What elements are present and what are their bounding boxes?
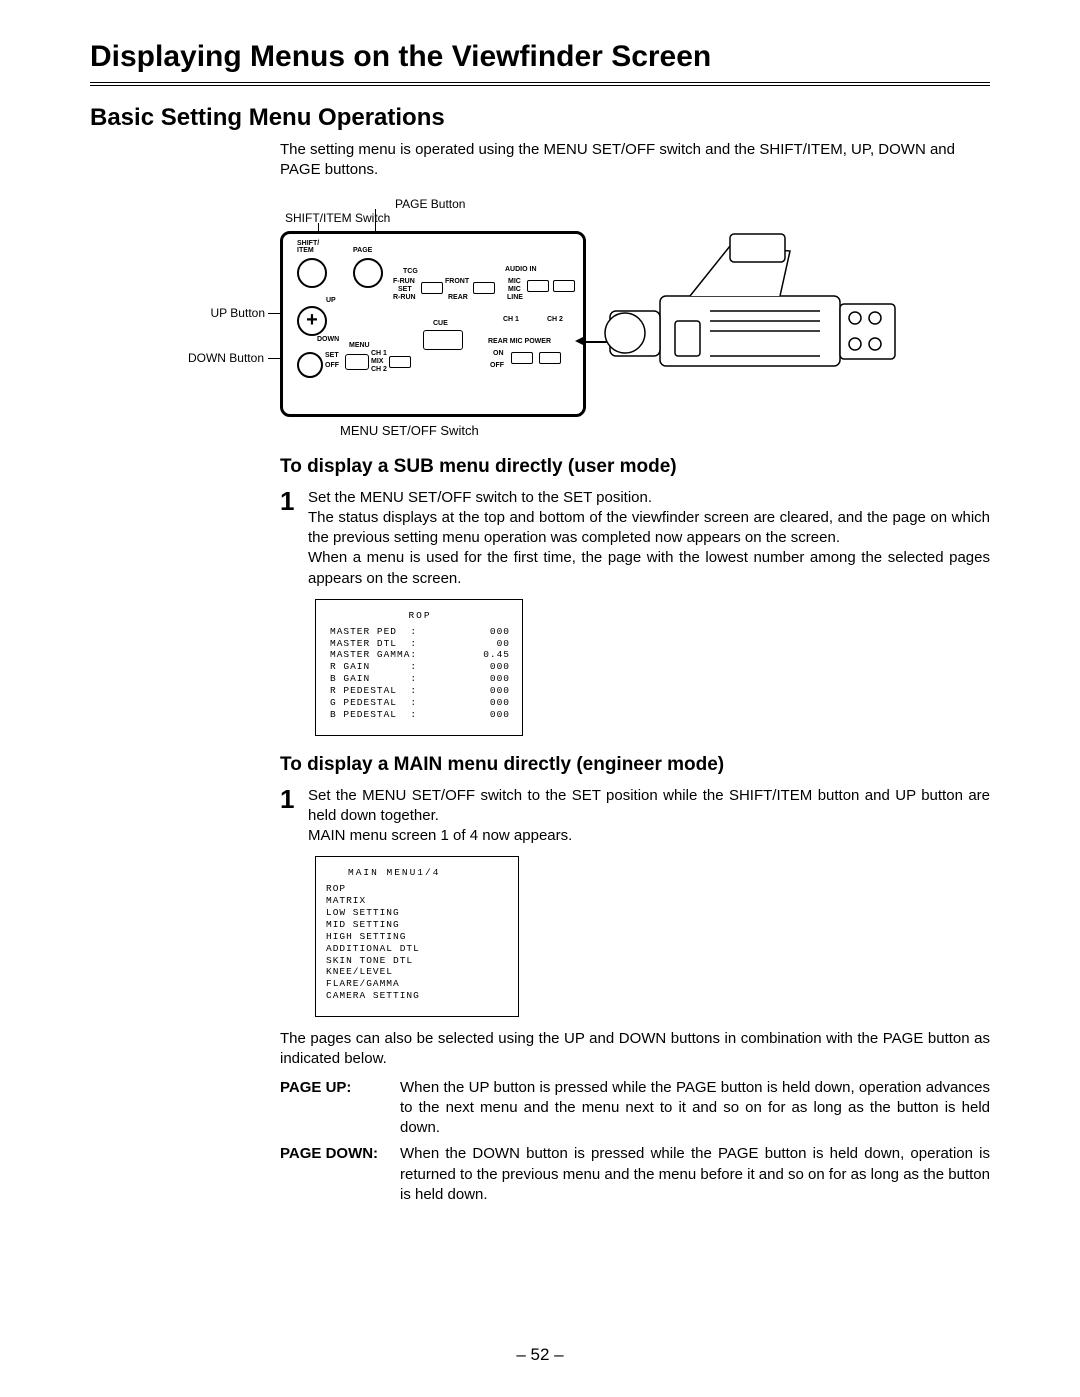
label-rear-mic-power: REAR MIC POWER xyxy=(488,338,551,345)
control-panel-illustration: SHIFT/ ITEM PAGE + UP DOWN MENU SET OFF … xyxy=(280,231,586,417)
down-knob-icon xyxy=(297,352,323,378)
sub-menu-heading: To display a SUB menu directly (user mod… xyxy=(280,456,990,478)
label-line: LINE xyxy=(507,294,523,301)
step1-text: Set the MENU SET/OFF switch to the SET p… xyxy=(308,488,990,589)
camera-icon xyxy=(590,226,920,406)
label-on: ON xyxy=(493,350,504,357)
rop-item-value: 000 xyxy=(490,697,510,709)
main-menu-item: CAMERA SETTING xyxy=(326,990,506,1002)
rop-item-value: 00 xyxy=(497,638,510,650)
menu-switch-icon xyxy=(345,354,369,370)
label-ch2b: CH 2 xyxy=(547,316,563,323)
main-menu-item: MATRIX xyxy=(326,895,506,907)
main-menu-item: ADDITIONAL DTL xyxy=(326,943,506,955)
audio-ch2-switch-icon xyxy=(553,280,575,292)
label-ch2: CH 2 xyxy=(371,366,387,373)
label-tcg: TCG xyxy=(403,268,418,275)
label-page: PAGE xyxy=(353,247,372,254)
label-cue: CUE xyxy=(433,320,448,327)
page-number: – 52 – xyxy=(0,1345,1080,1365)
mix-switch-icon xyxy=(389,356,411,368)
label-rear: REAR xyxy=(448,294,468,301)
label-mic: MIC xyxy=(508,278,521,285)
label-ch1b: CH 1 xyxy=(503,316,519,323)
page-knob-icon xyxy=(353,258,383,288)
rop-item-value: 000 xyxy=(490,661,510,673)
main-screen-title: MAIN MENU1/4 xyxy=(326,867,506,879)
rop-item-value: 0.45 xyxy=(483,649,510,661)
rop-item-value: 000 xyxy=(490,685,510,697)
intro-text: The setting menu is operated using the M… xyxy=(280,140,990,181)
rop-item-value: 000 xyxy=(490,626,510,638)
label-up: UP xyxy=(326,297,336,304)
label-off2: OFF xyxy=(490,362,504,369)
rop-item-label: MASTER GAMMA: xyxy=(330,649,417,661)
label-front: FRONT xyxy=(445,278,469,285)
label-rrun: R-RUN xyxy=(393,294,416,301)
page-title: Displaying Menus on the Viewfinder Scree… xyxy=(90,40,990,86)
callout-page-button: PAGE Button xyxy=(395,197,465,211)
label-down: DOWN xyxy=(317,336,339,343)
label-set: SET xyxy=(325,352,339,359)
label-audio-in: AUDIO IN xyxy=(505,266,537,273)
label-set2: SET xyxy=(398,286,412,293)
def-value: When the UP button is pressed while the … xyxy=(400,1078,990,1139)
callout-menu-switch: MENU SET/OFF Switch xyxy=(340,423,990,438)
main-menu-item: MID SETTING xyxy=(326,919,506,931)
audio-ch1-switch-icon xyxy=(527,280,549,292)
label-off: OFF xyxy=(325,362,339,369)
callout-shift-item: SHIFT/ITEM Switch xyxy=(285,211,390,225)
rop-item-label: R PEDESTAL : xyxy=(330,685,417,697)
main-menu-item: KNEE/LEVEL xyxy=(326,966,506,978)
rop-item-label: G PEDESTAL : xyxy=(330,697,417,709)
label-mix: MIX xyxy=(371,358,383,365)
front-rear-switch-icon xyxy=(473,282,495,294)
label-frun: F-RUN xyxy=(393,278,415,285)
def-value: When the DOWN button is pressed while th… xyxy=(400,1144,990,1205)
diagram-row: PAGE Button SHIFT/ITEM Switch UP Button … xyxy=(210,191,990,417)
rop-item-value: 000 xyxy=(490,709,510,721)
main-step-text: Set the MENU SET/OFF switch to the SET p… xyxy=(308,786,990,847)
up-down-knob-icon: + xyxy=(297,306,327,336)
step-number-1b: 1 xyxy=(280,786,308,812)
cue-switch-icon xyxy=(423,330,463,350)
main-menu-item: FLARE/GAMMA xyxy=(326,978,506,990)
label-mic2: MIC xyxy=(508,286,521,293)
label-menu: MENU xyxy=(349,342,370,349)
after-screen-text: The pages can also be selected using the… xyxy=(280,1029,990,1070)
rop-item-value: 000 xyxy=(490,673,510,685)
label-shift-item: SHIFT/ ITEM xyxy=(297,240,319,254)
shift-item-knob-icon xyxy=(297,258,327,288)
rop-item-label: B GAIN : xyxy=(330,673,417,685)
def-key: PAGE UP: xyxy=(280,1078,400,1139)
callout-up-button: UP Button xyxy=(210,306,265,320)
camera-illustration xyxy=(590,226,920,406)
rmp-ch1-switch-icon xyxy=(511,352,533,364)
main-menu-screen: MAIN MENU1/4 ROPMATRIXLOW SETTINGMID SET… xyxy=(315,856,519,1017)
main-menu-heading: To display a MAIN menu directly (enginee… xyxy=(280,754,990,776)
main-menu-item: HIGH SETTING xyxy=(326,931,506,943)
main-menu-item: ROP xyxy=(326,883,506,895)
def-key: PAGE DOWN: xyxy=(280,1144,400,1205)
rop-item-label: R GAIN : xyxy=(330,661,417,673)
section-title: Basic Setting Menu Operations xyxy=(90,104,990,132)
rop-title: ROP xyxy=(330,610,510,622)
rop-item-label: MASTER PED : xyxy=(330,626,417,638)
label-ch1: CH 1 xyxy=(371,350,387,357)
tcg-switch-icon xyxy=(421,282,443,294)
main-menu-item: LOW SETTING xyxy=(326,907,506,919)
rop-menu-screen: ROP MASTER PED : 000 MASTER DTL : 00 MASTER … xyxy=(315,599,523,736)
rop-item-label: MASTER DTL : xyxy=(330,638,417,650)
step-number-1: 1 xyxy=(280,488,308,514)
rmp-ch2-switch-icon xyxy=(539,352,561,364)
callout-down-button: DOWN Button xyxy=(186,351,264,365)
main-menu-item: SKIN TONE DTL xyxy=(326,955,506,967)
rop-item-label: B PEDESTAL : xyxy=(330,709,417,721)
